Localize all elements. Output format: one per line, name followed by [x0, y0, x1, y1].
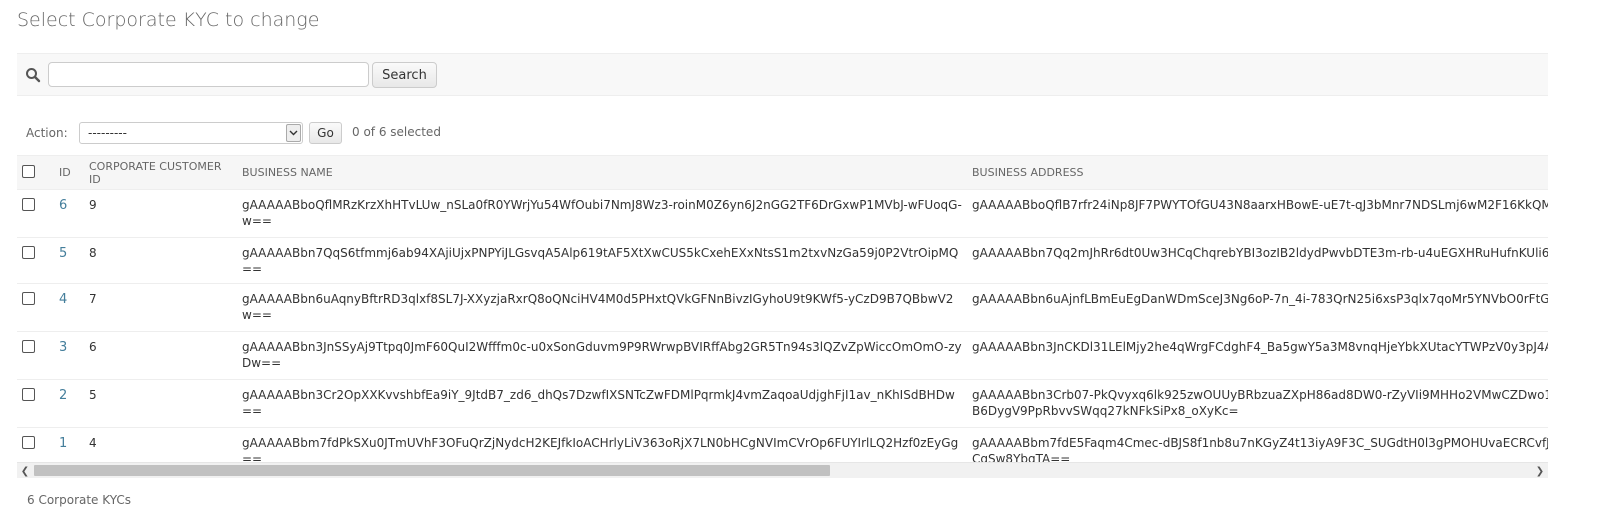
search-toolbar: Search	[17, 53, 1548, 96]
business-name-cell: gAAAAABboQflMRzKrzXhHTvLUw_nSLa0fR0YWrjY…	[237, 189, 967, 238]
select-all-checkbox[interactable]	[22, 164, 35, 178]
corporate-customer-id-cell: 4	[84, 427, 237, 462]
go-button[interactable]: Go	[309, 122, 342, 144]
row-id-link[interactable]: 2	[59, 388, 67, 403]
row-id-link[interactable]: 6	[59, 198, 67, 213]
scroll-left-icon[interactable]: ❮	[17, 463, 33, 479]
select-all-cell	[17, 155, 54, 190]
corporate-customer-id-cell: 5	[84, 379, 237, 428]
column-header-business-name[interactable]: Business Name	[237, 155, 967, 190]
actions-bar: Action: --------- Go 0 of 6 selected	[17, 110, 1548, 156]
business-name-cell: gAAAAABbn7QqS6tfmmj6ab94XAjiUjxPNPYiJLGs…	[237, 237, 967, 284]
corporate-customer-id-cell: 9	[84, 189, 237, 238]
row-checkbox[interactable]	[22, 436, 35, 449]
table-row: 1 4 gAAAAABbm7fdPkSXu0JTmUVhF3OFuQrZjNyd…	[17, 427, 1548, 462]
table-row: 5 8 gAAAAABbn7QqS6tfmmj6ab94XAjiUjxPNPYi…	[17, 237, 1548, 284]
paginator: 6 Corporate KYCs	[27, 493, 131, 507]
search-icon	[25, 67, 41, 83]
business-address-cell: gAAAAABboQflB7rfr24iNp8JF7PWYTOfGU43N8aa…	[967, 189, 1548, 238]
chevron-down-icon	[286, 124, 301, 142]
page-title: Select Corporate KYC to change	[17, 9, 320, 31]
row-id-link[interactable]: 1	[59, 436, 67, 451]
search-input[interactable]	[48, 62, 369, 87]
business-address-cell: gAAAAABbn3Crb07-PkQvyxq6lk925zwOUUyBRbzu…	[967, 379, 1548, 428]
column-header-id[interactable]: ID	[54, 155, 84, 190]
business-address-cell: gAAAAABbn7Qq2mJhRr6dt0Uw3HCqChqrebYBI3oz…	[967, 237, 1548, 284]
row-checkbox[interactable]	[22, 292, 35, 305]
table-header-row: ID Corporate Customer ID Business Name B…	[17, 155, 1548, 190]
page: Select Corporate KYC to change Search Ac…	[0, 0, 1598, 521]
results-table-container[interactable]: ID Corporate Customer ID Business Name B…	[17, 155, 1548, 462]
results-table: ID Corporate Customer ID Business Name B…	[17, 155, 1548, 462]
action-select-value: ---------	[88, 126, 127, 140]
business-name-cell: gAAAAABbn3Cr2OpXXKvvshbfEa9iY_9JtdB7_zd6…	[237, 379, 967, 428]
row-id-link[interactable]: 4	[59, 292, 67, 307]
column-header-business-address[interactable]: Business Address	[967, 155, 1548, 190]
business-name-cell: gAAAAABbm7fdPkSXu0JTmUVhF3OFuQrZjNydcH2K…	[237, 427, 967, 462]
corporate-customer-id-cell: 7	[84, 283, 237, 332]
selected-count: 0 of 6 selected	[352, 125, 441, 139]
column-header-corporate-customer-id[interactable]: Corporate Customer ID	[84, 155, 237, 190]
business-name-cell: gAAAAABbn3JnSSyAj9Ttpq0JmF60QuI2Wfffm0c-…	[237, 331, 967, 380]
table-row: 4 7 gAAAAABbn6uAqnyBftrRD3qlxf8SL7J-XXyz…	[17, 283, 1548, 332]
row-checkbox[interactable]	[22, 340, 35, 353]
table-row: 3 6 gAAAAABbn3JnSSyAj9Ttpq0JmF60QuI2Wfff…	[17, 331, 1548, 380]
business-address-cell: gAAAAABbn3JnCKDl31LElMjy2he4qWrgFCdghF4_…	[967, 331, 1548, 380]
table-row: 2 5 gAAAAABbn3Cr2OpXXKvvshbfEa9iY_9JtdB7…	[17, 379, 1548, 428]
horizontal-scrollbar[interactable]: ❮ ❯	[17, 462, 1548, 478]
action-label: Action:	[26, 126, 68, 140]
row-id-link[interactable]: 3	[59, 340, 67, 355]
business-address-cell: gAAAAABbn6uAjnfLBmEuEgDanWDmSceJ3Ng6oP-7…	[967, 283, 1548, 332]
business-name-cell: gAAAAABbn6uAqnyBftrRD3qlxf8SL7J-XXyzjaRx…	[237, 283, 967, 332]
row-id-link[interactable]: 5	[59, 246, 67, 261]
action-select[interactable]: ---------	[79, 122, 303, 144]
table-row: 6 9 gAAAAABboQflMRzKrzXhHTvLUw_nSLa0fR0Y…	[17, 189, 1548, 238]
row-checkbox[interactable]	[22, 388, 35, 401]
row-checkbox[interactable]	[22, 198, 35, 211]
scroll-right-icon[interactable]: ❯	[1532, 463, 1548, 479]
scrollbar-thumb[interactable]	[34, 465, 830, 476]
row-checkbox[interactable]	[22, 246, 35, 259]
corporate-customer-id-cell: 6	[84, 331, 237, 380]
business-address-cell: gAAAAABbm7fdE5Faqm4Cmec-dBJS8f1nb8u7nKGy…	[967, 427, 1548, 462]
corporate-customer-id-cell: 8	[84, 237, 237, 284]
search-button[interactable]: Search	[372, 62, 437, 88]
